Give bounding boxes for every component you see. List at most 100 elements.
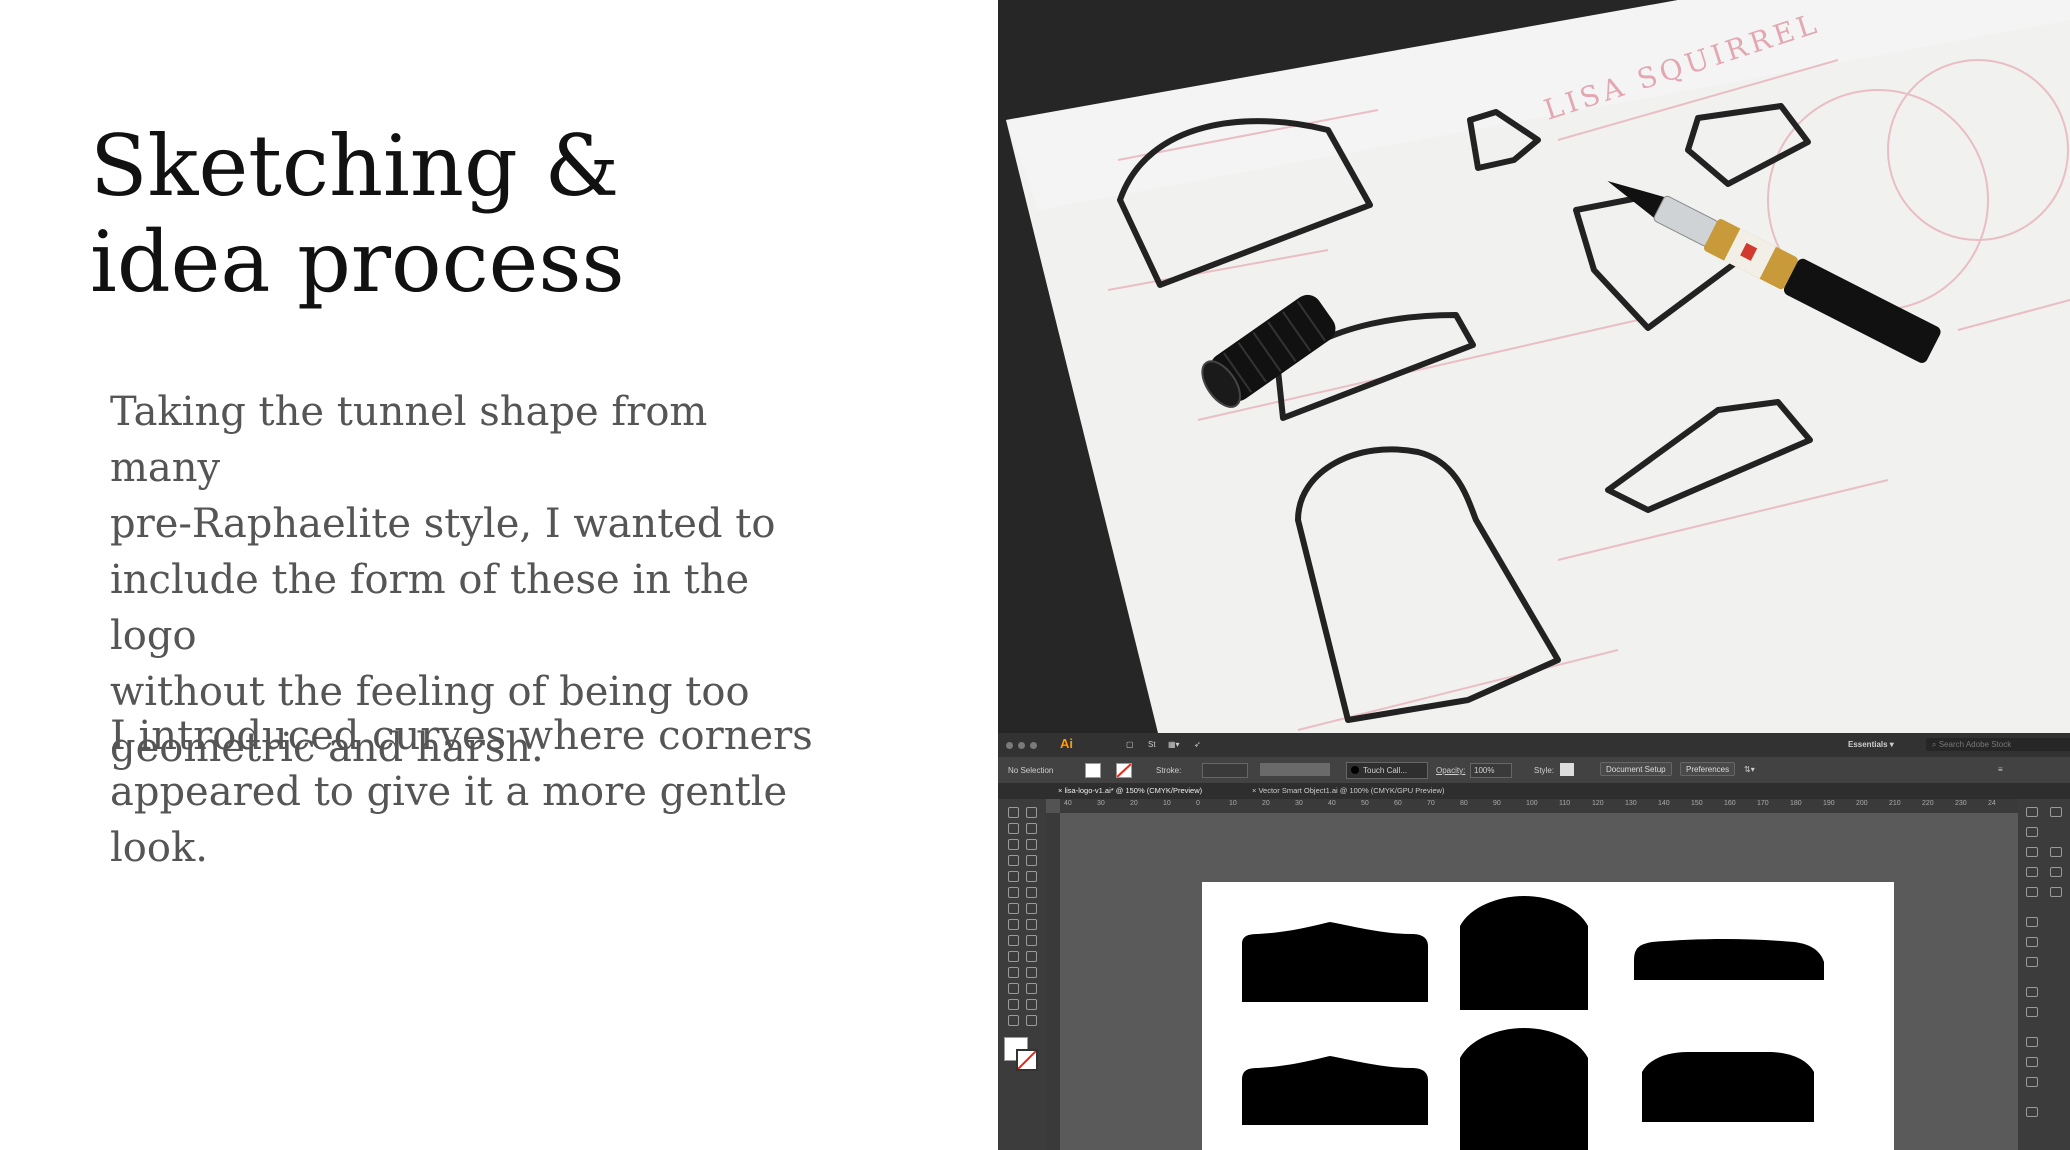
- column-graph-tool-icon[interactable]: [1026, 983, 1037, 994]
- workspace-switcher[interactable]: Essentials ▾: [1848, 740, 1894, 749]
- ruler-tick: 24: [1988, 800, 1996, 807]
- document-tabs: × lisa-logo-v1.ai* @ 150% (CMYK/Preview)…: [998, 783, 2070, 799]
- stroke-weight-field[interactable]: [1202, 763, 1248, 778]
- fill-swatch[interactable]: [1085, 763, 1101, 778]
- slice-tool-icon[interactable]: [1026, 999, 1037, 1010]
- magic-wand-tool-icon[interactable]: [1008, 823, 1019, 834]
- stroke-label: Stroke:: [1156, 766, 1182, 775]
- window-minimize-icon[interactable]: [1018, 742, 1025, 749]
- tab-lisa-logo[interactable]: × lisa-logo-v1.ai* @ 150% (CMYK/Preview): [1058, 785, 1202, 797]
- artboards-panel-icon[interactable]: [2026, 1057, 2038, 1067]
- free-transform-tool-icon[interactable]: [1026, 919, 1037, 930]
- ruler-tick: 210: [1889, 800, 1901, 807]
- gradient-tool-icon[interactable]: [1026, 951, 1037, 962]
- stock-search-input[interactable]: ⌕ Search Adobe Stock: [1926, 738, 2070, 751]
- hand-tool-icon[interactable]: [1008, 1015, 1019, 1026]
- line-tool-icon[interactable]: [1026, 855, 1037, 866]
- ruler-tick: 150: [1691, 800, 1703, 807]
- align-panel-icon[interactable]: [2026, 1107, 2038, 1117]
- swatches-panel-icon[interactable]: [2026, 847, 2038, 857]
- transparency-panel-icon[interactable]: [2026, 957, 2038, 967]
- logo-shapes-artwork: [1242, 896, 1824, 1150]
- bridge-icon[interactable]: ▢: [1126, 740, 1134, 749]
- none-stroke-icon: [1116, 763, 1132, 778]
- paragraph-line: appeared to give it a more gentle look.: [110, 769, 788, 871]
- ruler-tick: 40: [1328, 800, 1336, 807]
- symbols-panel-icon[interactable]: [2026, 887, 2038, 897]
- right-panels: [2018, 799, 2070, 1150]
- window-close-icon[interactable]: [1006, 742, 1013, 749]
- control-bar: No Selection Stroke: Touch Call... Opaci…: [998, 757, 2070, 783]
- width-tool-icon[interactable]: [1008, 919, 1019, 930]
- tab-label: Vector Smart Object1.ai @ 100% (CMYK/GPU…: [1258, 786, 1445, 795]
- arrange-icon[interactable]: ⇅▾: [1744, 765, 1755, 774]
- artboard[interactable]: [1202, 882, 1894, 1150]
- symbol-sprayer-tool-icon[interactable]: [1008, 983, 1019, 994]
- stock-icon[interactable]: St: [1148, 740, 1156, 749]
- stock-search-placeholder: Search Adobe Stock: [1938, 740, 2012, 749]
- gpu-performance-icon[interactable]: ➶: [1194, 740, 1201, 749]
- paragraph-line: pre-Raphaelite style, I wanted to: [110, 501, 776, 547]
- ruler-tick: 20: [1262, 800, 1270, 807]
- graphic-style-swatch[interactable]: [1560, 763, 1574, 776]
- lasso-tool-icon[interactable]: [1026, 823, 1037, 834]
- ruler-tick: 60: [1394, 800, 1402, 807]
- rotate-tool-icon[interactable]: [1008, 903, 1019, 914]
- preferences-button[interactable]: Preferences: [1680, 762, 1736, 776]
- document-setup-button[interactable]: Document Setup: [1600, 762, 1672, 776]
- scale-tool-icon[interactable]: [1026, 903, 1037, 914]
- libraries-panel-icon[interactable]: [2050, 807, 2062, 817]
- mesh-tool-icon[interactable]: [1008, 951, 1019, 962]
- ruler-tick: 0: [1196, 800, 1200, 807]
- blend-tool-icon[interactable]: [1026, 967, 1037, 978]
- color-panel-icon[interactable]: [2026, 807, 2038, 817]
- brushes-panel-icon[interactable]: [2026, 867, 2038, 877]
- graphic-styles-panel-icon[interactable]: [2026, 1007, 2038, 1017]
- type-tool-icon[interactable]: [1008, 855, 1019, 866]
- stroke-swatch[interactable]: [1116, 763, 1132, 778]
- ruler-tick: 200: [1856, 800, 1868, 807]
- gradient-panel-icon[interactable]: [2026, 937, 2038, 947]
- rectangle-tool-icon[interactable]: [1008, 871, 1019, 882]
- ruler-tick: 110: [1559, 800, 1571, 807]
- slide-title-line-2: idea process: [90, 213, 625, 311]
- appearance-panel-icon[interactable]: [2026, 987, 2038, 997]
- character-panel-icon[interactable]: [2050, 847, 2062, 857]
- zoom-tool-icon[interactable]: [1026, 1015, 1037, 1026]
- canvas-area[interactable]: [1060, 813, 2018, 1150]
- layers-panel-icon[interactable]: [2026, 1037, 2038, 1047]
- tab-vector-smart-object[interactable]: × Vector Smart Object1.ai @ 100% (CMYK/G…: [1252, 785, 1444, 797]
- artboard-tool-icon[interactable]: [1008, 999, 1019, 1010]
- links-panel-icon[interactable]: [2026, 1077, 2038, 1087]
- arrange-documents-icon[interactable]: ▦▾: [1168, 740, 1180, 749]
- ruler-tick: 10: [1163, 800, 1171, 807]
- ruler-tick: 30: [1097, 800, 1105, 807]
- panel-menu-icon[interactable]: ≡: [1998, 765, 2003, 774]
- opentype-panel-icon[interactable]: [2050, 887, 2062, 897]
- tools-panel: [998, 799, 1046, 1150]
- color-guide-panel-icon[interactable]: [2026, 827, 2038, 837]
- paragraph-panel-icon[interactable]: [2050, 867, 2062, 877]
- shape-builder-tool-icon[interactable]: [1008, 935, 1019, 946]
- window-zoom-icon[interactable]: [1030, 742, 1037, 749]
- variable-width-profile[interactable]: [1260, 763, 1330, 776]
- eyedropper-tool-icon[interactable]: [1008, 967, 1019, 978]
- paragraph-line: include the form of these in the logo: [110, 557, 750, 659]
- direct-selection-tool-icon[interactable]: [1026, 807, 1037, 818]
- opacity-field[interactable]: 100%: [1470, 763, 1512, 778]
- brush-definition[interactable]: Touch Call...: [1346, 762, 1428, 779]
- perspective-grid-tool-icon[interactable]: [1026, 935, 1037, 946]
- sketch-photo-illustration: LISA SQUIRREL: [998, 0, 2070, 733]
- paragraph-curves: I introduced curves where corners appear…: [110, 708, 830, 876]
- paintbrush-tool-icon[interactable]: [1026, 871, 1037, 882]
- opacity-label[interactable]: Opacity:: [1436, 766, 1465, 775]
- pen-tool-icon[interactable]: [1008, 839, 1019, 850]
- stroke-panel-icon[interactable]: [2026, 917, 2038, 927]
- selection-tool-icon[interactable]: [1008, 807, 1019, 818]
- eraser-tool-icon[interactable]: [1026, 887, 1037, 898]
- stroke-color-swatch[interactable]: [1016, 1049, 1038, 1071]
- shaper-tool-icon[interactable]: [1008, 887, 1019, 898]
- illustrator-screenshot: Ai ▢ St ▦▾ ➶ Essentials ▾ ⌕ Search Adobe…: [998, 733, 2070, 1150]
- illustrator-logo: Ai: [1060, 736, 1073, 751]
- curvature-tool-icon[interactable]: [1026, 839, 1037, 850]
